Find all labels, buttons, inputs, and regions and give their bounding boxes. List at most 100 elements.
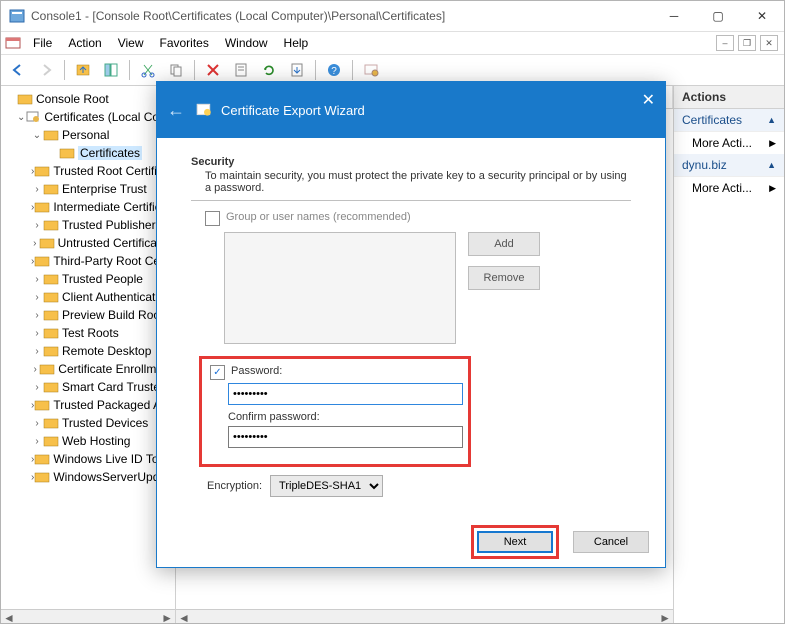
svg-text:?: ? <box>331 66 337 77</box>
maximize-button[interactable]: ▢ <box>696 1 740 31</box>
tree-item[interactable]: ›Enterprise Trust <box>3 180 173 198</box>
tree-horizontal-scrollbar[interactable]: ◄► <box>1 609 175 624</box>
refresh-icon[interactable] <box>256 57 282 83</box>
folder-icon <box>34 469 50 485</box>
group-users-listbox <box>224 232 456 344</box>
mmc-window: Console1 - [Console Root\Certificates (L… <box>0 0 785 624</box>
encryption-label: Encryption: <box>207 480 262 492</box>
remove-button: Remove <box>468 266 540 290</box>
security-description: To maintain security, you must protect t… <box>205 170 631 194</box>
group-users-label: Group or user names (recommended) <box>226 211 411 223</box>
add-button: Add <box>468 232 540 256</box>
menu-favorites[interactable]: Favorites <box>152 34 217 52</box>
folder-icon <box>34 199 50 215</box>
wizard-body: Security To maintain security, you must … <box>157 138 665 517</box>
actions-item[interactable]: More Acti...▶ <box>674 132 784 154</box>
tree-item[interactable]: ›Trusted People <box>3 270 173 288</box>
actions-group-title[interactable]: dynu.biz▲ <box>674 154 784 177</box>
tree-item[interactable]: ›Trusted Devices <box>3 414 173 432</box>
menu-file[interactable]: File <box>25 34 60 52</box>
password-label: Password: <box>231 365 282 377</box>
export-list-icon[interactable] <box>284 57 310 83</box>
menu-window[interactable]: Window <box>217 34 276 52</box>
confirm-password-label: Confirm password: <box>228 411 460 423</box>
menu-help[interactable]: Help <box>276 34 317 52</box>
tree-item[interactable]: ›Third-Party Root Certification <box>3 252 173 270</box>
back-icon[interactable] <box>5 57 31 83</box>
password-section-highlight: ✓ Password: Confirm password: <box>199 356 471 467</box>
properties-icon[interactable] <box>228 57 254 83</box>
tree-certificates[interactable]: Certificates <box>3 144 173 162</box>
help-icon[interactable]: ? <box>321 57 347 83</box>
security-heading: Security <box>191 156 631 168</box>
chevron-right-icon: ▶ <box>769 138 776 149</box>
close-button[interactable]: ✕ <box>740 1 784 31</box>
folder-icon <box>34 163 50 179</box>
group-users-checkbox[interactable] <box>205 211 220 226</box>
folder-icon <box>43 217 59 233</box>
folder-icon <box>43 181 59 197</box>
tree-item[interactable]: ›Trusted Root Certification <box>3 162 173 180</box>
tree-item[interactable]: ›Trusted Packaged App <box>3 396 173 414</box>
confirm-password-input[interactable] <box>228 426 463 448</box>
tree-item[interactable]: ›Smart Card Trusted <box>3 378 173 396</box>
encryption-select[interactable]: TripleDES-SHA1 <box>270 475 383 497</box>
folder-icon <box>39 361 55 377</box>
minimize-button[interactable]: ─ <box>652 1 696 31</box>
titlebar: Console1 - [Console Root\Certificates (L… <box>1 1 784 32</box>
folder-icon <box>43 325 59 341</box>
folder-icon <box>43 433 59 449</box>
tree-item[interactable]: ›Trusted Publishers <box>3 216 173 234</box>
delete-icon[interactable] <box>200 57 226 83</box>
tree-item[interactable]: ›Remote Desktop <box>3 342 173 360</box>
tree-item[interactable]: ›Certificate Enrollment <box>3 360 173 378</box>
certificates-icon[interactable] <box>358 57 384 83</box>
app-icon <box>9 8 25 24</box>
password-input[interactable] <box>228 383 463 405</box>
wizard-titlebar: ← Certificate Export Wizard ✕ <box>157 82 665 138</box>
up-icon[interactable] <box>70 57 96 83</box>
next-button[interactable]: Next <box>477 531 553 553</box>
list-horizontal-scrollbar[interactable]: ◄► <box>176 609 673 624</box>
tree-item[interactable]: ›WindowsServerUpdate <box>3 468 173 486</box>
show-hide-tree-icon[interactable] <box>98 57 124 83</box>
actions-group-title[interactable]: Certificates▲ <box>674 109 784 132</box>
mdi-close-button[interactable]: ✕ <box>760 35 778 51</box>
tree-item[interactable]: ›Untrusted Certificates <box>3 234 173 252</box>
tree-item[interactable]: ›Intermediate Certification <box>3 198 173 216</box>
folder-icon <box>43 307 59 323</box>
cut-icon[interactable] <box>135 57 161 83</box>
window-controls: ─ ▢ ✕ <box>652 1 784 31</box>
folder-icon <box>17 91 33 107</box>
tree-item[interactable]: ›Web Hosting <box>3 432 173 450</box>
mdi-controls: – ❐ ✕ <box>716 35 784 51</box>
folder-icon <box>59 145 75 161</box>
wizard-close-button[interactable]: ✕ <box>642 90 655 110</box>
next-button-highlight: Next <box>471 525 559 559</box>
certificate-icon <box>195 101 213 119</box>
tree-pane[interactable]: Console Root ⌄ Certificates (Local Compu… <box>1 86 176 624</box>
tree-item[interactable]: ›Client Authentication <box>3 288 173 306</box>
actions-item[interactable]: More Acti...▶ <box>674 177 784 199</box>
folder-icon <box>43 379 59 395</box>
folder-icon <box>43 289 59 305</box>
tree-console-root[interactable]: Console Root <box>3 90 173 108</box>
password-checkbox[interactable]: ✓ <box>210 365 225 380</box>
mdi-restore-button[interactable]: ❐ <box>738 35 756 51</box>
tree-certificates-root[interactable]: ⌄ Certificates (Local Computer) <box>3 108 173 126</box>
actions-header: Actions <box>674 86 784 109</box>
forward-icon[interactable] <box>33 57 59 83</box>
mdi-system-icon[interactable] <box>5 35 21 51</box>
mdi-minimize-button[interactable]: – <box>716 35 734 51</box>
window-title: Console1 - [Console Root\Certificates (L… <box>31 9 652 23</box>
wizard-back-button[interactable]: ← <box>167 100 185 121</box>
tree-item[interactable]: ›Test Roots <box>3 324 173 342</box>
tree-item[interactable]: ›Windows Live ID Token <box>3 450 173 468</box>
cancel-button[interactable]: Cancel <box>573 531 649 553</box>
tree-personal[interactable]: ⌄ Personal <box>3 126 173 144</box>
tree-item[interactable]: ›Preview Build Roots <box>3 306 173 324</box>
menu-view[interactable]: View <box>110 34 152 52</box>
actions-pane: Actions Certificates▲More Acti...▶dynu.b… <box>673 86 784 624</box>
menu-action[interactable]: Action <box>60 34 109 52</box>
copy-icon[interactable] <box>163 57 189 83</box>
